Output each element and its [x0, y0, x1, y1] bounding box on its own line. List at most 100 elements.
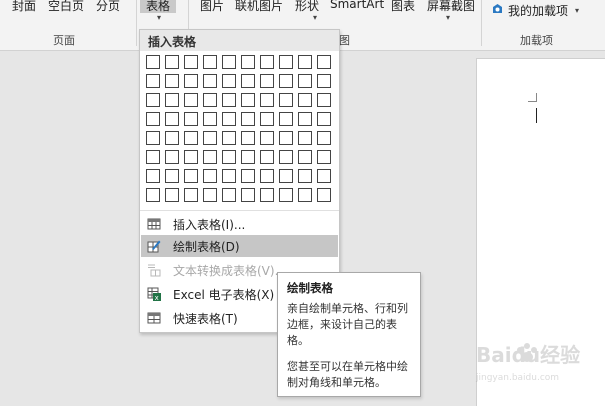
grid-cell[interactable] [298, 112, 312, 126]
grid-cell[interactable] [146, 169, 160, 183]
grid-cell[interactable] [298, 131, 312, 145]
grid-cell[interactable] [279, 74, 293, 88]
grid-cell[interactable] [184, 74, 198, 88]
grid-cell[interactable] [146, 93, 160, 107]
online-pictures-button[interactable]: 联机图片 [235, 0, 283, 14]
grid-cell[interactable] [317, 112, 331, 126]
grid-cell[interactable] [165, 55, 179, 69]
grid-cell[interactable] [203, 93, 217, 107]
grid-cell[interactable] [241, 188, 255, 202]
grid-cell[interactable] [298, 188, 312, 202]
grid-cell[interactable] [260, 74, 274, 88]
page-break-button[interactable]: 分页 [96, 0, 120, 14]
grid-cell[interactable] [260, 93, 274, 107]
grid-cell[interactable] [203, 169, 217, 183]
table-size-grid[interactable] [145, 55, 335, 207]
grid-cell[interactable] [260, 112, 274, 126]
grid-cell[interactable] [184, 150, 198, 164]
menu-item-insert-table[interactable]: 插入表格(I)... [141, 213, 338, 235]
table-button[interactable]: 表格 [140, 0, 177, 13]
grid-cell[interactable] [260, 169, 274, 183]
grid-cell[interactable] [184, 93, 198, 107]
grid-cell[interactable] [222, 112, 236, 126]
grid-cell[interactable] [317, 74, 331, 88]
grid-cell[interactable] [260, 188, 274, 202]
grid-cell[interactable] [184, 112, 198, 126]
grid-cell[interactable] [298, 93, 312, 107]
grid-cell[interactable] [317, 188, 331, 202]
grid-cell[interactable] [203, 188, 217, 202]
shapes-button[interactable]: 形状 [295, 0, 319, 14]
grid-cell[interactable] [298, 169, 312, 183]
grid-cell[interactable] [222, 131, 236, 145]
grid-cell[interactable] [317, 131, 331, 145]
grid-cell[interactable] [165, 169, 179, 183]
grid-cell[interactable] [222, 55, 236, 69]
grid-cell[interactable] [203, 150, 217, 164]
grid-cell[interactable] [317, 169, 331, 183]
screenshot-dropdown-arrow-icon: ▾ [446, 13, 451, 22]
grid-cell[interactable] [165, 150, 179, 164]
grid-cell[interactable] [317, 55, 331, 69]
grid-cell[interactable] [222, 150, 236, 164]
grid-cell[interactable] [241, 150, 255, 164]
grid-cell[interactable] [222, 188, 236, 202]
grid-cell[interactable] [260, 55, 274, 69]
grid-cell[interactable] [146, 188, 160, 202]
menu-item-draw-table[interactable]: 绘制表格(D) [141, 235, 338, 257]
grid-cell[interactable] [146, 74, 160, 88]
cover-page-button[interactable]: 封面 [12, 0, 36, 14]
grid-cell[interactable] [279, 131, 293, 145]
grid-cell[interactable] [241, 112, 255, 126]
grid-cell[interactable] [165, 112, 179, 126]
grid-cell[interactable] [279, 169, 293, 183]
grid-cell[interactable] [184, 169, 198, 183]
chart-button[interactable]: 图表 [391, 0, 415, 14]
grid-cell[interactable] [146, 55, 160, 69]
grid-cell[interactable] [146, 112, 160, 126]
screenshot-button[interactable]: 屏幕截图 [427, 0, 475, 14]
text-to-table-icon [148, 264, 161, 277]
grid-cell[interactable] [203, 74, 217, 88]
grid-cell[interactable] [184, 131, 198, 145]
grid-cell[interactable] [241, 131, 255, 145]
group-label-illustrations: 图 [339, 34, 350, 47]
grid-cell[interactable] [165, 93, 179, 107]
my-addins-button[interactable]: 我的加载项 [508, 2, 568, 19]
grid-cell[interactable] [241, 74, 255, 88]
grid-cell[interactable] [222, 169, 236, 183]
grid-cell[interactable] [222, 93, 236, 107]
grid-cell[interactable] [146, 131, 160, 145]
grid-cell[interactable] [146, 150, 160, 164]
grid-cell[interactable] [298, 150, 312, 164]
grid-cell[interactable] [165, 188, 179, 202]
grid-cell[interactable] [222, 74, 236, 88]
grid-cell[interactable] [279, 93, 293, 107]
smartart-button[interactable]: SmartArt [330, 0, 384, 11]
pictures-button[interactable]: 图片 [200, 0, 224, 14]
grid-cell[interactable] [241, 169, 255, 183]
grid-cell[interactable] [317, 150, 331, 164]
blank-page-button[interactable]: 空白页 [48, 0, 84, 14]
grid-cell[interactable] [203, 55, 217, 69]
grid-cell[interactable] [203, 112, 217, 126]
grid-cell[interactable] [298, 55, 312, 69]
grid-cell[interactable] [165, 131, 179, 145]
grid-cell[interactable] [260, 131, 274, 145]
dropdown-header-label: 插入表格 [148, 35, 197, 49]
grid-cell[interactable] [165, 74, 179, 88]
grid-cell[interactable] [241, 93, 255, 107]
grid-cell[interactable] [298, 74, 312, 88]
grid-cell[interactable] [279, 150, 293, 164]
page-corner-mark [528, 93, 537, 102]
grid-cell[interactable] [184, 188, 198, 202]
grid-cell[interactable] [260, 150, 274, 164]
grid-cell[interactable] [279, 112, 293, 126]
grid-cell[interactable] [184, 55, 198, 69]
dropdown-header: 插入表格 [140, 30, 339, 51]
grid-cell[interactable] [203, 131, 217, 145]
grid-cell[interactable] [279, 55, 293, 69]
grid-cell[interactable] [317, 93, 331, 107]
grid-cell[interactable] [279, 188, 293, 202]
grid-cell[interactable] [241, 55, 255, 69]
